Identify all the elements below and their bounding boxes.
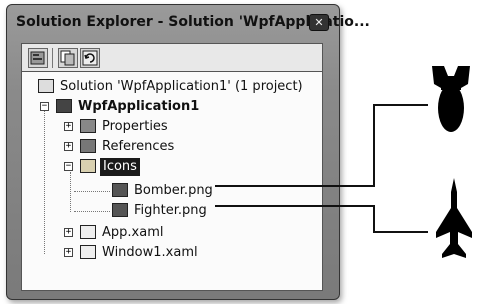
icons-label: Icons [100,158,140,176]
properties-button[interactable] [28,48,48,68]
show-all-files-button[interactable] [58,48,78,68]
close-icon: ✕ [314,16,324,29]
fighter-callout-line [373,231,428,233]
references-expander[interactable]: + [64,142,73,151]
xaml-file-icon [80,245,96,259]
solution-label: Solution 'WpfApplication1' (1 project) [60,79,303,94]
toolbar-separator [52,48,53,68]
image-file-icon [112,183,128,197]
project-expander[interactable]: − [40,102,49,111]
references-label: References [102,139,175,154]
project-label: WpfApplication1 [78,99,200,114]
solution-explorer-window: Solution Explorer - Solution 'WpfApplica… [6,4,370,300]
app-xaml-expander[interactable]: + [64,228,73,237]
references-icon [80,139,96,153]
properties-icon [30,51,45,65]
solution-tree: Solution 'WpfApplication1' (1 project) −… [21,71,323,291]
window1-xaml-label: Window1.xaml [102,245,198,260]
project-icon [56,99,72,113]
tree-item-project[interactable]: − WpfApplication1 [26,98,316,116]
window1-xaml-expander[interactable]: + [64,248,73,257]
bomber-callout-line [215,185,375,187]
tree-item-app-xaml[interactable]: + App.xaml [52,224,312,242]
fighter-label: Fighter.png [134,203,207,218]
bomber-callout-line [373,104,375,187]
fighter-jet-icon [436,178,472,258]
xaml-file-icon [80,225,96,239]
properties-expander[interactable]: + [64,122,73,131]
icons-expander[interactable]: − [64,162,73,171]
refresh-icon [82,50,98,66]
title-bar[interactable]: Solution Explorer - Solution 'WpfApplica… [7,5,370,39]
folder-icon [80,119,96,133]
toolbar [21,43,323,72]
image-file-icon [112,203,128,217]
properties-label: Properties [102,119,168,134]
refresh-button[interactable] [80,48,100,68]
bomb-icon [432,66,470,132]
solution-icon [38,79,54,93]
bomber-label: Bomber.png [134,183,213,198]
tree-line [70,172,71,212]
fighter-callout-line [373,205,375,233]
tree-item-properties[interactable]: + Properties [52,118,312,136]
tree-line [44,104,45,254]
show-all-files-icon [60,50,75,66]
app-xaml-label: App.xaml [102,225,164,240]
open-folder-icon [80,159,96,173]
bomber-callout-line [373,104,428,106]
fighter-callout-line [215,205,375,207]
tree-item-solution[interactable]: Solution 'WpfApplication1' (1 project) [26,78,316,96]
close-button[interactable]: ✕ [309,14,329,31]
tree-item-icons[interactable]: − Icons [52,158,312,176]
tree-item-references[interactable]: + References [52,138,312,156]
tree-item-window1-xaml[interactable]: + Window1.xaml [52,244,312,262]
